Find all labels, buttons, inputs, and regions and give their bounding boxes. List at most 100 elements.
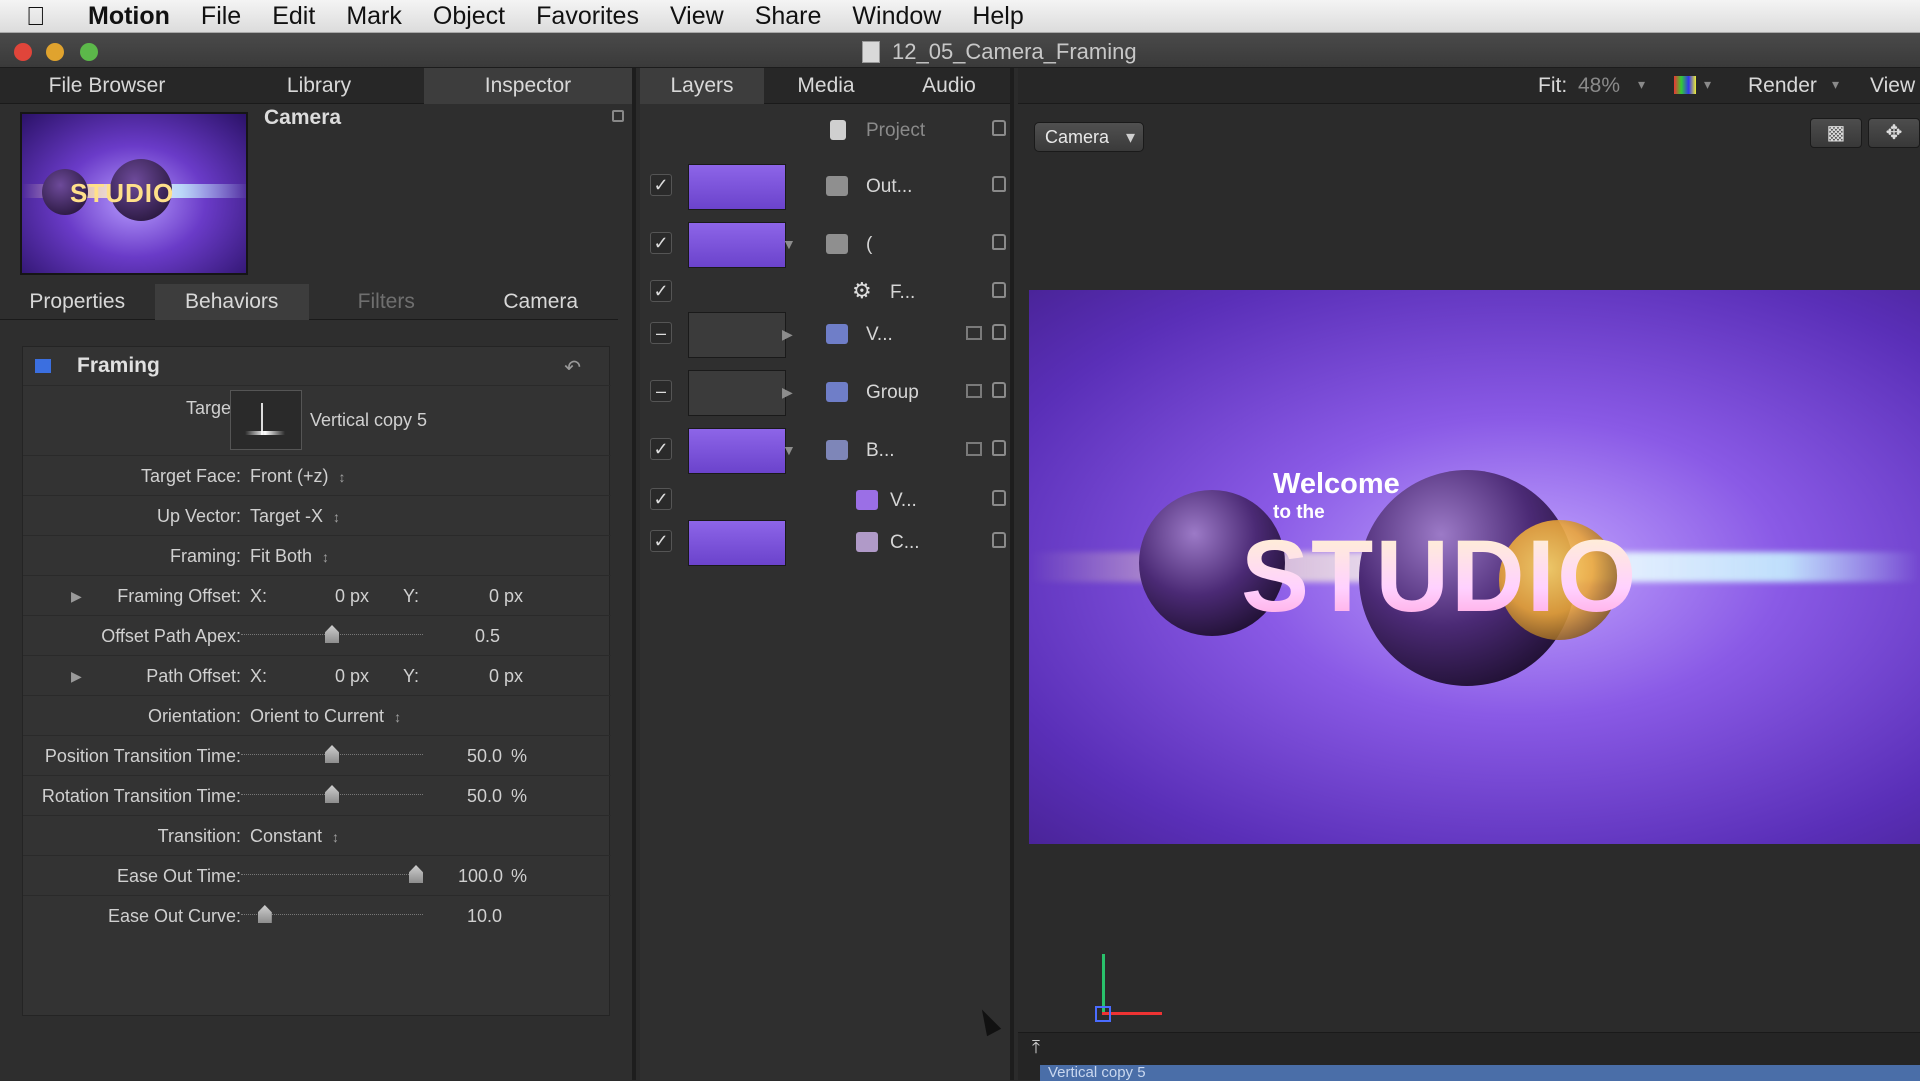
target-well[interactable] <box>230 390 302 450</box>
tab-camera[interactable]: Camera <box>464 284 619 320</box>
rotation-transition-value[interactable]: 50.0 <box>467 786 502 807</box>
target-face-popup[interactable]: Front (+z) <box>250 466 346 487</box>
fit-zoom-popup[interactable]: 48% <box>1578 74 1620 98</box>
menu-mark[interactable]: Mark <box>346 2 402 31</box>
framing-offset-x[interactable]: 0 px <box>335 586 369 607</box>
layer-enable-checkbox[interactable]: ✓ <box>650 530 672 552</box>
menu-help[interactable]: Help <box>972 2 1023 31</box>
ease-out-time-slider[interactable] <box>241 865 423 883</box>
layer-enable-checkbox[interactable]: ✓ <box>650 174 672 196</box>
menu-view[interactable]: View <box>670 2 724 31</box>
close-window-button[interactable] <box>14 43 32 61</box>
disclosure-triangle-icon[interactable]: ▶ <box>71 588 82 605</box>
layer-enable-checkbox[interactable]: – <box>650 322 672 344</box>
disclosure-triangle-icon[interactable]: ▶ <box>71 668 82 685</box>
camera-view-button[interactable]: ▩ <box>1810 118 1862 148</box>
canvas[interactable]: Camera ▩ ✥ Welcome to the STUDIO <box>1018 104 1920 1032</box>
render-menu[interactable]: Render <box>1748 74 1817 98</box>
disclosure-triangle-icon[interactable]: ▶ <box>782 326 793 343</box>
apple-menu-icon[interactable]:  <box>26 1 70 32</box>
app-menu[interactable]: Motion <box>88 2 170 31</box>
lock-icon[interactable] <box>992 120 1006 136</box>
inspector-lock-icon[interactable] <box>612 110 624 122</box>
menu-edit[interactable]: Edit <box>272 2 315 31</box>
layer-enable-checkbox[interactable]: ✓ <box>650 232 672 254</box>
playhead-icon[interactable]: ⤒ <box>1032 1037 1040 1058</box>
tab-media[interactable]: Media <box>764 68 888 104</box>
x-axis-handle[interactable] <box>1102 1012 1162 1015</box>
slider-knob[interactable] <box>325 745 339 763</box>
lock-icon[interactable] <box>992 532 1006 548</box>
tab-file-browser[interactable]: File Browser <box>0 68 214 104</box>
tab-properties[interactable]: Properties <box>0 284 155 320</box>
layer-row[interactable]: – ▶ V... <box>640 312 1014 358</box>
timeline-bar[interactable]: Vertical copy 5 <box>1040 1065 1920 1081</box>
offset-path-apex-slider[interactable] <box>241 625 423 643</box>
path-offset-x[interactable]: 0 px <box>335 666 369 687</box>
layer-options-icon[interactable] <box>966 326 982 340</box>
tab-library[interactable]: Library <box>214 68 424 104</box>
layer-options-icon[interactable] <box>966 384 982 398</box>
lock-icon[interactable] <box>992 234 1006 250</box>
layer-options-icon[interactable] <box>966 442 982 456</box>
layer-enable-checkbox[interactable]: ✓ <box>650 488 672 510</box>
offset-path-apex-value[interactable]: 0.5 <box>475 626 500 647</box>
lock-icon[interactable] <box>992 490 1006 506</box>
camera-popup[interactable]: Camera <box>1034 122 1144 152</box>
ease-out-curve-slider[interactable] <box>241 905 423 923</box>
ease-out-curve-value[interactable]: 10.0 <box>467 906 502 927</box>
layer-enable-checkbox[interactable]: ✓ <box>650 438 672 460</box>
lock-icon[interactable] <box>992 324 1006 340</box>
color-channels-icon[interactable] <box>1674 76 1696 94</box>
view-menu[interactable]: View <box>1870 74 1915 98</box>
layer-row[interactable]: – ▶ Group <box>640 370 1014 416</box>
zoom-window-button[interactable] <box>80 43 98 61</box>
layer-enable-checkbox[interactable]: ✓ <box>650 280 672 302</box>
3d-view-tools-button[interactable]: ✥ <box>1868 118 1920 148</box>
lock-icon[interactable] <box>992 440 1006 456</box>
slider-knob[interactable] <box>409 865 423 883</box>
canvas-stage[interactable]: Welcome to the STUDIO <box>1029 290 1920 844</box>
tab-layers[interactable]: Layers <box>640 68 764 104</box>
lock-icon[interactable] <box>992 382 1006 398</box>
menu-favorites[interactable]: Favorites <box>536 2 639 31</box>
layer-row[interactable]: ✓ Out... <box>640 164 1014 210</box>
disclosure-triangle-icon[interactable]: ▶ <box>782 384 793 401</box>
menu-share[interactable]: Share <box>755 2 822 31</box>
chevron-down-icon[interactable]: ▾ <box>1832 76 1839 93</box>
layer-row[interactable]: ✓ ▼ ( <box>640 222 1014 268</box>
framing-offset-y[interactable]: 0 px <box>489 586 523 607</box>
position-transition-value[interactable]: 50.0 <box>467 746 502 767</box>
transition-popup[interactable]: Constant <box>250 826 339 847</box>
z-axis-handle[interactable] <box>1095 1006 1111 1022</box>
reset-icon[interactable]: ↶ <box>564 355 581 380</box>
tab-audio[interactable]: Audio <box>888 68 1010 104</box>
tab-inspector[interactable]: Inspector <box>424 68 632 104</box>
slider-knob[interactable] <box>325 625 339 643</box>
tab-filters[interactable]: Filters <box>309 284 464 320</box>
position-transition-slider[interactable] <box>241 745 423 763</box>
disclosure-triangle-icon[interactable]: ▼ <box>782 442 796 458</box>
layer-row-project[interactable]: Project <box>640 108 1014 154</box>
menu-object[interactable]: Object <box>433 2 505 31</box>
ease-out-time-value[interactable]: 100.0 <box>458 866 503 887</box>
slider-knob[interactable] <box>257 905 272 923</box>
chevron-down-icon[interactable]: ▾ <box>1704 76 1711 93</box>
menu-window[interactable]: Window <box>852 2 941 31</box>
framing-popup[interactable]: Fit Both <box>250 546 329 567</box>
layer-row[interactable]: ✓ V... <box>640 478 1014 524</box>
tab-behaviors[interactable]: Behaviors <box>154 284 309 320</box>
lock-icon[interactable] <box>992 176 1006 192</box>
layer-row[interactable]: ✓ ▼ B... <box>640 428 1014 474</box>
rotation-transition-slider[interactable] <box>241 785 423 803</box>
layer-row[interactable]: ✓ C... <box>640 520 1014 566</box>
path-offset-y[interactable]: 0 px <box>489 666 523 687</box>
menu-file[interactable]: File <box>201 2 241 31</box>
slider-knob[interactable] <box>325 785 339 803</box>
y-axis-handle[interactable] <box>1102 954 1105 1014</box>
chevron-down-icon[interactable]: ▾ <box>1638 76 1645 93</box>
minimize-window-button[interactable] <box>46 43 64 61</box>
behavior-enable-checkbox[interactable] <box>35 359 51 373</box>
layer-enable-checkbox[interactable]: – <box>650 380 672 402</box>
disclosure-triangle-icon[interactable]: ▼ <box>782 236 796 252</box>
